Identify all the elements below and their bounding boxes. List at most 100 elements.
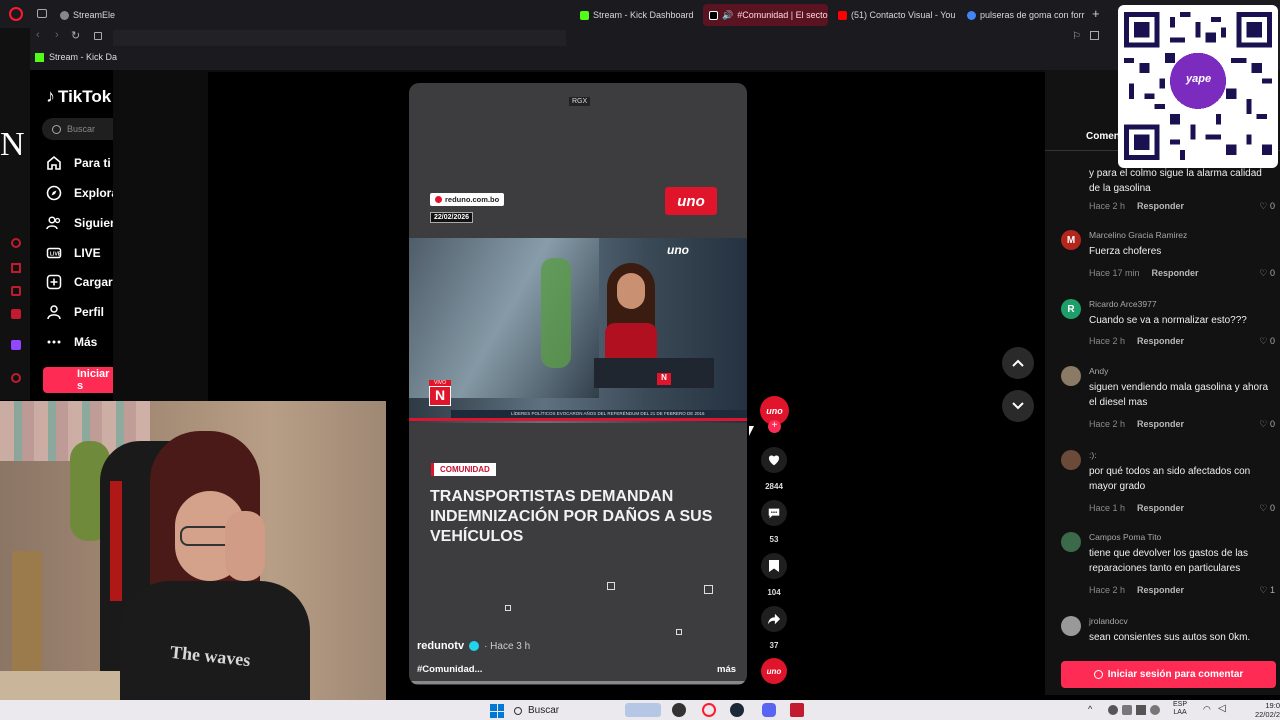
tab-tiktok-comunidad[interactable]: 🔊 #Comunidad | El secto (703, 4, 828, 26)
forward-icon[interactable]: › (55, 29, 59, 41)
start-button[interactable] (490, 704, 504, 718)
deco-square (607, 582, 615, 590)
verified-icon (469, 641, 480, 651)
video-headline: TRANSPORTISTAS DEMANDAN INDEMNIZACIÓN PO… (430, 488, 713, 545)
comment-like[interactable]: ♡ 0 (1259, 201, 1275, 212)
tab-kick-dashboard[interactable]: Stream - Kick Dashboard (580, 4, 695, 26)
nav-live[interactable]: LIVE LIVE (46, 245, 101, 261)
sidebar-app-icon[interactable] (11, 309, 21, 319)
language-indicator[interactable]: ESP LAA (1173, 701, 1187, 717)
taskbar-app-icon[interactable] (672, 703, 686, 717)
google-favicon-icon (967, 10, 976, 20)
sidebar-app-icon[interactable] (11, 263, 21, 273)
save-button[interactable] (761, 553, 787, 579)
comment-username[interactable]: Marcelino Gracia Ramirez (1089, 230, 1187, 240)
video-caption[interactable]: #Comunidad... (417, 664, 482, 675)
share-button[interactable] (761, 606, 787, 632)
video-author[interactable]: redunotv (417, 640, 464, 652)
reply-button[interactable]: Responder (1137, 336, 1184, 346)
video-player[interactable]: RGX reduno.com.bo 22/02/2026 uno N uno V… (409, 83, 747, 685)
yape-logo: yape (1186, 73, 1212, 85)
like-button[interactable] (761, 447, 787, 473)
nav-explorar[interactable]: Explorar (46, 185, 123, 201)
avatar[interactable]: M (1061, 230, 1081, 250)
bookmark-icon (769, 560, 779, 572)
opera-logo-icon[interactable] (9, 7, 23, 21)
sidebar-app-icon[interactable] (11, 373, 21, 383)
reload-icon[interactable]: ↻ (71, 29, 80, 42)
source-url: reduno.com.bo (445, 195, 500, 204)
taskbar-app-icon[interactable] (790, 703, 804, 717)
nav-cargar[interactable]: Cargar (46, 274, 113, 290)
tray-icons[interactable] (1108, 705, 1168, 715)
more-link[interactable]: más (717, 664, 736, 675)
mouse-cursor-icon (749, 426, 754, 436)
tray-chevron-icon[interactable]: ^ (1088, 704, 1092, 714)
avatar[interactable]: R (1061, 299, 1081, 319)
comment-username[interactable]: jrolandocv (1089, 616, 1128, 626)
sidebar-app-icon[interactable] (11, 238, 21, 248)
sound-disc[interactable]: uno (761, 658, 787, 684)
comment-username[interactable]: Campos Poma Tito (1089, 532, 1161, 542)
sound-disc-label: uno (766, 666, 782, 676)
comment-like-count: 0 (1269, 336, 1275, 346)
comment-button[interactable] (761, 500, 787, 526)
tab-youtube[interactable]: (51) Contacto Visual - You (838, 4, 956, 26)
reply-button[interactable]: Responder (1137, 201, 1184, 211)
nav-mas[interactable]: Más (46, 334, 97, 350)
broadcast-frame: N uno VIVO N LÍDERES POLÍTICOS EVOCARON … (409, 238, 747, 423)
comment-username[interactable]: Andy (1089, 366, 1108, 376)
video-author-row[interactable]: redunotv · Hace 3 h (417, 640, 530, 652)
login-to-comment-button[interactable]: Iniciar sesión para comentar (1061, 661, 1276, 688)
opera-taskbar-icon[interactable] (702, 703, 716, 717)
prev-video-button[interactable] (1002, 347, 1034, 379)
comment-like[interactable]: ♡ 0 (1259, 336, 1275, 347)
clock[interactable]: 19:0 22/02/2 (1240, 701, 1280, 719)
reply-button[interactable]: Responder (1137, 419, 1184, 429)
screenshot-icon[interactable] (1090, 31, 1099, 40)
nav-para-ti[interactable]: Para ti (46, 155, 111, 171)
next-video-button[interactable] (1002, 390, 1034, 422)
reply-button[interactable]: Responder (1137, 503, 1184, 513)
bookmark-star-icon[interactable]: ⚐ (1072, 31, 1081, 42)
discord-icon[interactable] (762, 703, 776, 717)
reply-button[interactable]: Responder (1152, 268, 1199, 278)
netflix-n-icon[interactable]: N (0, 126, 25, 164)
sidebar-app-icon[interactable] (11, 286, 21, 296)
comment-like[interactable]: ♡ 0 (1259, 419, 1275, 430)
avatar[interactable] (1061, 366, 1081, 386)
comment-text: y para el colmo sigue la alarma calidad … (1089, 168, 1262, 194)
tab-comments[interactable]: Comen (1086, 131, 1120, 142)
comment-username[interactable]: :): (1089, 450, 1097, 460)
globe-icon (435, 196, 442, 203)
reply-button[interactable]: Responder (1137, 585, 1184, 595)
comment-like[interactable]: ♡ 0 (1259, 503, 1275, 514)
home-icon (47, 155, 61, 170)
avatar[interactable] (1061, 450, 1081, 470)
nav-perfil[interactable]: Perfil (46, 304, 104, 320)
speaker-icon[interactable]: 🔊 (722, 10, 733, 21)
comment-like[interactable]: ♡ 0 (1259, 268, 1275, 279)
avatar[interactable] (1061, 532, 1081, 552)
steam-icon[interactable] (730, 703, 744, 717)
comment-time: Hace 2 h (1089, 201, 1126, 211)
taskbar-search[interactable]: Buscar (514, 703, 614, 718)
wifi-icon[interactable]: ◠ (1203, 704, 1211, 715)
tab-google[interactable]: pulseras de goma con forr (967, 4, 1085, 26)
search-input[interactable]: Buscar (42, 118, 117, 140)
avatar[interactable] (1061, 616, 1081, 636)
back-icon[interactable]: ‹ (36, 29, 40, 41)
workspace-icon[interactable] (37, 9, 47, 18)
tab-streamelements[interactable]: StreamEle (60, 4, 118, 26)
video-progress-bar[interactable] (409, 681, 747, 684)
login-button[interactable]: Iniciar s (43, 367, 118, 393)
volume-icon[interactable]: ◁ (1218, 703, 1226, 714)
tiktok-logo[interactable]: ♪ TikTok (46, 86, 111, 107)
comment-like[interactable]: ♡ 1 (1259, 585, 1275, 596)
twitch-icon[interactable] (11, 340, 21, 350)
follow-plus-icon[interactable]: + (768, 420, 781, 433)
new-tab-button[interactable]: + (1092, 6, 1100, 21)
comment-username[interactable]: Ricardo Arce3977 (1089, 299, 1157, 309)
taskbar-widget[interactable] (625, 703, 661, 717)
bookmark-kick[interactable]: Stream - Kick Da (35, 52, 117, 62)
